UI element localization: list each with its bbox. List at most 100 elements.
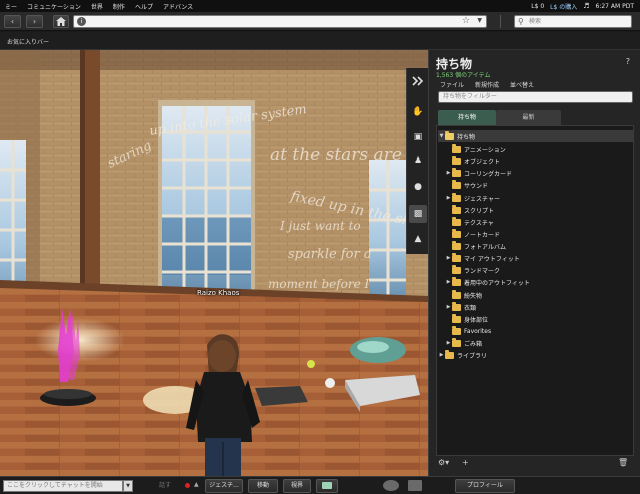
tree-row[interactable]: 身体部位 [445,313,488,325]
balance: L$ 0 [531,2,545,10]
sidebar-tab-inventory[interactable]: ▩ [409,205,427,223]
chat-input[interactable]: ここをクリックしてチャットを開始 [3,480,123,492]
gear-icon[interactable]: ⚙▾ [438,458,449,467]
location-input[interactable]: i ☆ ▼ [73,15,487,28]
tree-row[interactable]: ▶ ごみ箱 [445,337,482,349]
profile-card-icon: ▣ [413,132,423,142]
inventory-tabs: 持ち物 最新 [438,110,633,125]
folder-icon [445,130,454,140]
folder-icon [452,289,461,299]
suitcase-icon: ▩ [413,209,423,219]
expand-arrow-icon[interactable]: ▼ [438,133,445,139]
menu-build[interactable]: 制作 [108,2,130,11]
chat-type-dropdown[interactable]: ▼ [123,480,133,492]
hand-wave-icon: ✋ [412,107,424,117]
trash-icon[interactable]: 🗑 [618,458,628,467]
filter-input[interactable]: 持ち物をフィルター [438,91,633,103]
menu-world[interactable]: 世界 [86,2,108,11]
chevron-down-icon: ▼ [126,483,130,489]
sidebar-tab-appearance[interactable]: ▲ [409,230,427,248]
menu-communicate[interactable]: コミュニケーション [22,2,86,11]
collapse-arrow-icon[interactable]: ▶ [445,279,452,285]
collapse-arrow-icon[interactable]: ▶ [438,352,445,358]
item-count: 1,563 個のアイテム [436,72,491,79]
collapse-arrow-icon[interactable]: ▶ [445,255,452,261]
sidebar-tab-people[interactable]: ♟ [409,152,427,170]
collapse-arrow-icon[interactable]: ▶ [445,340,452,346]
message-icon[interactable] [408,480,422,491]
inventory-panel: 持ち物 ? 1,563 個のアイテム ファイル 新規作成 並べ替え 持ち物をフィ… [428,50,640,476]
tree-row[interactable]: ランドマーク [445,264,500,276]
location-dropdown-icon[interactable]: ▼ [477,17,482,24]
tree-row[interactable]: オブジェクト [445,155,500,167]
tree-row-root[interactable]: ▼ 持ち物 [438,130,633,142]
move-button[interactable]: 移動 [248,479,278,493]
profile-button[interactable]: プロフィール [455,479,515,493]
menu-sort[interactable]: 並べ替え [510,80,534,89]
tree-row[interactable]: ▶ ジェスチャー [445,192,500,204]
tree-row[interactable]: ▶ 衣類 [445,301,476,313]
tree-row[interactable]: ▶ コーリングカード [445,167,512,179]
tree-label: フォトアルバム [464,243,506,251]
menu-file[interactable]: ファイル [440,80,464,89]
snapshot-button[interactable] [316,479,338,493]
tree-row[interactable]: テクスチャ [445,216,494,228]
tree-row[interactable]: フォトアルバム [445,240,506,252]
buy-currency-link[interactable]: L$ の購入 [550,2,577,11]
folder-icon [452,240,461,250]
home-button[interactable] [53,15,69,28]
tree-row[interactable]: スクリプト [445,204,494,216]
shirt-icon: ▲ [414,234,422,244]
collapse-arrow-icon[interactable]: ▶ [445,304,452,310]
tree-row[interactable]: ▶ マイ アウトフィット [445,252,520,264]
navigation-bar: ‹ › i ☆ ▼ ⚲ 検索 [0,12,640,31]
view-button[interactable]: 視界 [283,479,311,493]
tree-row[interactable]: 紛失物 [445,289,482,301]
tab-inventory[interactable]: 持ち物 [438,110,496,125]
status-area: L$ 0 L$ の購入 ♬ 6:27 AM PDT [531,0,640,12]
menu-create[interactable]: 新規作成 [475,80,499,89]
folder-icon [452,155,461,165]
volume-icon[interactable]: ♬ [583,2,589,10]
tree-row-library[interactable]: ▶ ライブラリ [438,349,487,361]
folder-icon [452,337,461,347]
favorite-star-icon[interactable]: ☆ [462,16,470,26]
folder-icon [445,349,454,359]
chat-bubble-icon[interactable] [383,480,399,491]
menu-help[interactable]: ヘルプ [130,2,158,11]
collapse-arrow-icon[interactable]: ▶ [445,195,452,201]
globe-icon: ● [414,182,422,192]
camera-icon [322,482,332,489]
gestures-button[interactable]: ジェスチ... [205,479,243,493]
tab-recent[interactable]: 最新 [496,110,561,125]
avatar-name-tag: Raizo Khaos [197,289,240,297]
inventory-tree[interactable]: ▼ 持ち物 アニメーション オブジェクト ▶ コーリングカード サウンド ▶ ジェスチ… [436,125,634,456]
sidebar-tab-me[interactable]: ▣ [409,128,427,146]
help-icon[interactable]: ? [626,57,630,66]
folder-icon [452,252,461,262]
info-icon[interactable]: i [77,17,86,26]
tree-label: オブジェクト [464,158,501,166]
tree-row[interactable]: アニメーション [445,143,506,155]
add-icon[interactable]: + [462,458,469,467]
tree-label: ランドマーク [464,267,501,275]
back-button[interactable]: ‹ [4,15,21,28]
tree-row[interactable]: サウンド [445,179,488,191]
forward-button[interactable]: › [26,15,43,28]
menu-me[interactable]: ミー [0,2,22,11]
sidebar-tab-places[interactable]: ● [409,178,427,196]
folder-icon [452,264,461,274]
forward-arrow-icon: › [32,17,37,26]
speak-button[interactable]: 話す [150,479,180,493]
search-input[interactable]: ⚲ 検索 [514,15,632,28]
menu-advanced[interactable]: アドバンス [158,2,198,11]
tree-row[interactable]: ノートカード [445,228,500,240]
world-viewport[interactable]: up into the solar system staring at the … [0,50,428,476]
sidebar-collapse-tab[interactable] [409,72,427,90]
tree-label: ノートカード [464,231,501,239]
speak-dropdown-icon[interactable]: ▲ [194,481,199,488]
collapse-arrow-icon[interactable]: ▶ [445,170,452,176]
tree-row[interactable]: ▶ 着用中のアウトフィット [445,276,530,288]
tree-row[interactable]: Favorites [445,325,491,337]
sidebar-tab-home[interactable]: ✋ [409,103,427,121]
